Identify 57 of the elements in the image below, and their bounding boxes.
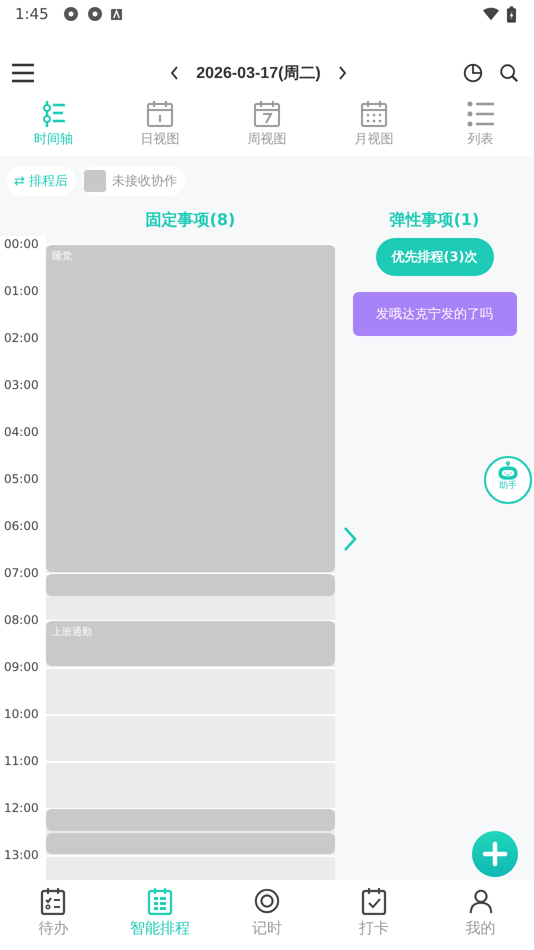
hour-label: 00:00 [4,236,39,253]
app-notification-icon [86,6,103,22]
next-day-button[interactable] [336,65,347,81]
menu-icon[interactable] [11,63,35,83]
battery-icon [507,6,516,22]
assistant-button[interactable]: 助手 [484,456,532,504]
calendar-icon [252,100,281,128]
calendar-icon [146,100,174,128]
hour-label: 06:00 [4,518,39,535]
expand-chevron-icon[interactable] [343,526,357,552]
add-button[interactable] [472,831,518,877]
previous-day-button[interactable] [170,65,180,81]
flexible-items-title: 弹性事项(1) [390,209,480,231]
status-time: 1:45 [15,5,49,23]
pie-chart-icon[interactable] [462,62,484,84]
bottom-nav-tab[interactable]: 待办 [0,880,107,950]
hour-label: 11:00 [4,753,39,770]
view-tab[interactable]: 日视图 [106,98,214,156]
hour-label: 09:00 [4,659,39,676]
sort-toggle-chip[interactable]: ⇄ 排程后 [6,166,76,196]
hour-label: 13:00 [4,847,39,864]
hour-label: 03:00 [4,377,39,394]
search-icon[interactable] [498,62,520,84]
bottom-nav-tab[interactable]: 记时 [214,880,320,950]
hour-label: 05:00 [4,471,39,488]
wifi-icon [483,6,499,22]
keyboard-notification-icon [110,8,122,20]
bottom-nav-tab[interactable]: 智能排程 [106,880,214,950]
view-tab[interactable]: 月视图 [320,98,428,156]
check-calendar-icon [360,887,387,915]
uncollab-filter-chip[interactable]: 未接收协作 [82,166,186,196]
view-tab[interactable]: 列表 [427,98,534,156]
grid-calendar-icon [147,887,174,915]
fixed-items-title: 固定事项(8) [144,209,236,231]
person-icon [468,887,494,915]
view-tab[interactable]: 时间轴 [0,98,107,156]
list-icon [466,100,495,128]
bottom-nav-tab[interactable]: 打卡 [320,880,428,950]
chip-label: 未接收协作 [112,173,178,190]
hour-label: 08:00 [4,612,39,629]
hour-label: 04:00 [4,424,39,441]
checklist-icon [40,887,66,915]
calendar-icon [360,100,388,128]
hour-label: 02:00 [4,330,39,347]
bottom-nav-tab[interactable]: 我的 [427,880,534,950]
hour-label: 01:00 [4,283,39,300]
flexible-item-card[interactable]: 发哦达克宁发的了吗 [352,292,516,336]
checkbox[interactable] [84,170,106,192]
date-title: 2026-03-17(周二) [196,64,321,84]
hour-label: 10:00 [4,706,39,723]
app-notification-icon [62,6,79,22]
view-tab[interactable]: 周视图 [214,98,320,156]
priority-schedule-button[interactable]: 优先排程(3)次 [376,238,494,276]
target-icon [254,887,280,915]
event-block[interactable] [46,832,335,854]
hour-label: 07:00 [4,565,39,582]
hour-label: 12:00 [4,800,39,817]
